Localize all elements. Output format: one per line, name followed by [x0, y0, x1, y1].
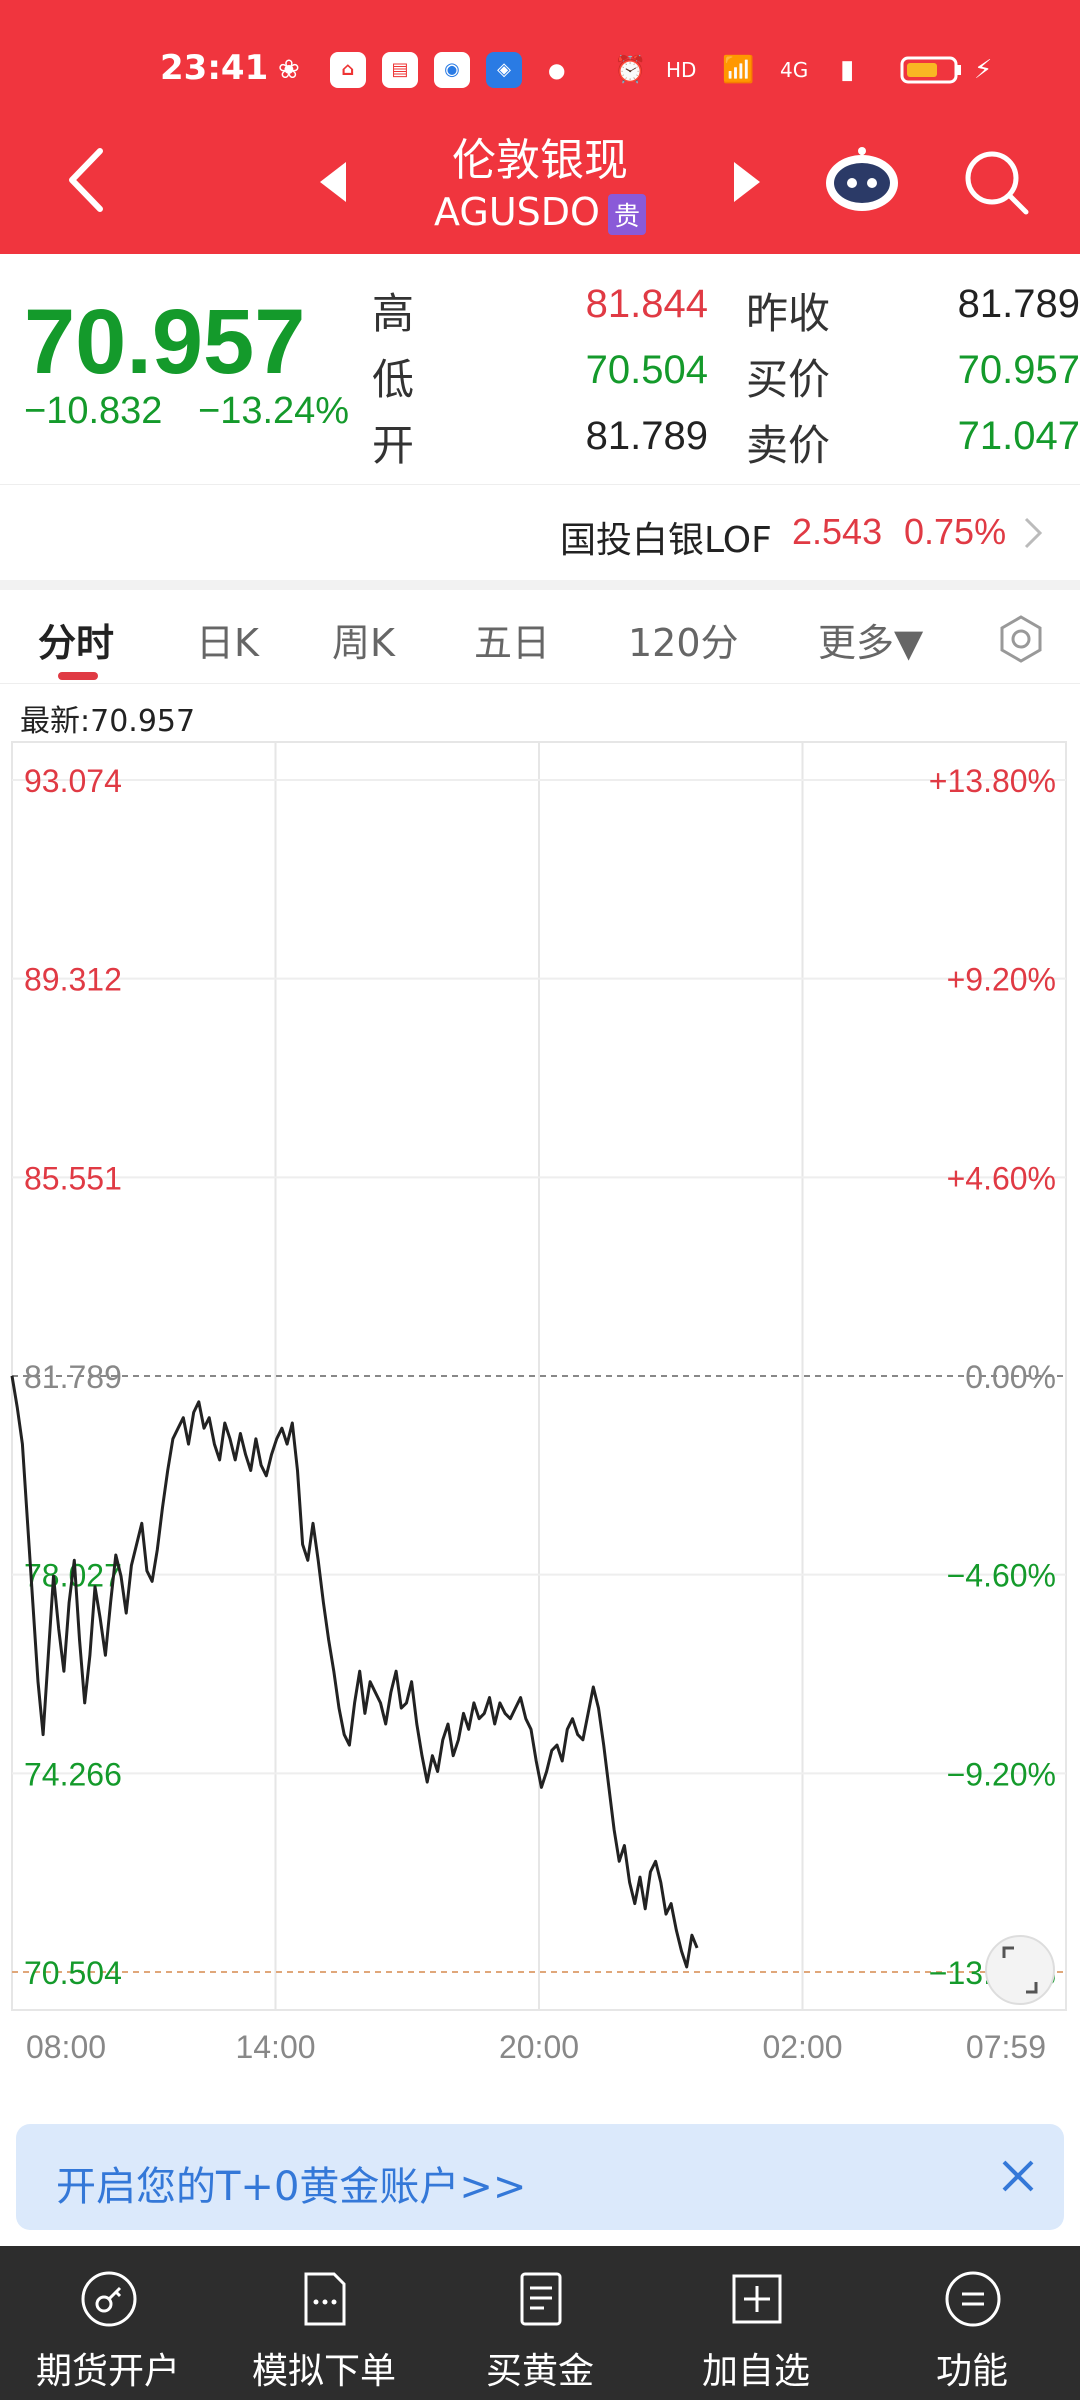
chevron-right-icon: [1024, 517, 1043, 549]
bid-value: 70.957: [957, 348, 1080, 392]
nav-label: 模拟下单: [251, 2351, 396, 2392]
search-app-icon: ◉: [434, 52, 470, 88]
back-arrow-icon[interactable]: [62, 145, 112, 215]
ask-label: 卖价: [746, 421, 831, 470]
low-label: 低: [372, 355, 415, 404]
x-axis-label: 02:00: [762, 2029, 842, 2065]
search-icon[interactable]: [962, 148, 1030, 216]
wifi-icon: 📶: [722, 55, 755, 85]
y-axis-label-right: 0.00%: [965, 1359, 1056, 1395]
y-axis-label-right: −9.20%: [947, 1756, 1056, 1792]
nav-label: 加自选: [701, 2351, 810, 2392]
huawei-icon: ❀: [278, 55, 300, 85]
open-label: 开: [372, 421, 415, 470]
nav-buy-gold[interactable]: 买黄金: [432, 2246, 648, 2400]
nav-label: 功能: [935, 2351, 1008, 2392]
fullscreen-button: [985, 1935, 1055, 2005]
chart-svg: 93.074 +13.80% 89.312 +9.20% 85.551 +4.60% 81.…: [10, 741, 1067, 2065]
robot-assistant-icon[interactable]: [822, 145, 902, 215]
promo-banner[interactable]: 开启您的T+0黄金账户>>: [16, 2124, 1064, 2230]
price-change-percent: −13.24%: [198, 390, 350, 432]
y-axis-label-right: +4.60%: [947, 1160, 1056, 1196]
app-header: 23:41 ❀ ⌂ ▤ ◉ ◈ ● ⏰ HD 📶 4G ▮ ⚡ 伦敦银现 AGU…: [0, 0, 1080, 254]
instrument-title: 伦敦银现: [452, 135, 628, 186]
tab-more[interactable]: 更多▼: [818, 612, 923, 667]
y-axis-label-right: −4.60%: [947, 1558, 1056, 1594]
section-divider: [0, 580, 1080, 590]
alarm-icon: ⏰: [614, 55, 647, 85]
high-value: 81.844: [585, 282, 708, 326]
y-axis-label-left: 85.551: [24, 1160, 122, 1196]
quote-panel: 70.957 −10.832 −13.24% 高 81.844 昨收 81.78…: [0, 254, 1080, 484]
battery-icon: [900, 52, 964, 88]
tab-intraday[interactable]: 分时: [38, 612, 114, 667]
y-axis-label-left: 89.312: [24, 962, 122, 998]
shield-app-icon: ◈: [486, 52, 522, 88]
signal-icon: ▮: [840, 55, 855, 85]
menu-circle-icon: [945, 2271, 1001, 2327]
bid-label: 买价: [746, 355, 831, 404]
chart-period-tabs: 分时 日K 周K 五日 120分 更多▼: [0, 590, 1080, 684]
x-axis-label: 20:00: [499, 2029, 579, 2065]
prev-close-label: 昨收: [746, 289, 831, 338]
ask-value: 71.047: [957, 414, 1080, 458]
hd-icon: HD: [666, 58, 697, 82]
related-fund-value: 2.543: [792, 511, 883, 552]
y-axis-label-left: 93.074: [24, 763, 122, 799]
dot-icon: ●: [548, 58, 566, 82]
x-axis-label: 14:00: [235, 2029, 315, 2065]
instrument-code-row: AGUSDO 贵: [340, 190, 740, 235]
related-fund-name: 国投白银LOF: [560, 520, 772, 561]
news-icon: ▤: [382, 52, 418, 88]
price-line: [10, 1375, 699, 1969]
list-icon: [520, 2272, 562, 2326]
y-axis-label-right: +13.80%: [929, 763, 1056, 799]
last-price: 70.957: [24, 291, 306, 393]
x-axis-label: 08:00: [26, 2029, 106, 2065]
plus-box-icon: [732, 2274, 782, 2324]
nav-functions[interactable]: 功能: [864, 2246, 1080, 2400]
network-icon: 4G: [780, 58, 809, 82]
high-label: 高: [372, 289, 415, 338]
document-dots-icon: [304, 2272, 346, 2326]
nav-simulated-order[interactable]: 模拟下单: [216, 2246, 432, 2400]
nav-label: 期货开户: [35, 2351, 180, 2392]
tab-120min[interactable]: 120分: [628, 612, 739, 667]
instrument-code: AGUSDO: [434, 190, 600, 234]
active-tab-indicator: [58, 672, 98, 680]
next-triangle-icon[interactable]: [732, 160, 762, 204]
precious-metal-badge: 贵: [607, 194, 646, 235]
x-axis-label: 07:59: [966, 2029, 1046, 2065]
open-value: 81.789: [585, 414, 708, 458]
close-icon[interactable]: [996, 2154, 1040, 2198]
y-axis-label-left: 74.266: [24, 1756, 122, 1792]
nav-futures-account[interactable]: 期货开户: [0, 2246, 216, 2400]
bottom-nav: 期货开户 模拟下单 买黄金 加自选 功能: [0, 2246, 1080, 2400]
tab-weekly-k[interactable]: 周K: [332, 612, 395, 667]
y-axis-label-left: 81.789: [24, 1359, 122, 1395]
price-change: −10.832: [24, 390, 163, 432]
tab-daily-k[interactable]: 日K: [196, 612, 259, 667]
charging-icon: ⚡: [974, 55, 993, 85]
chart-settings-icon[interactable]: [996, 614, 1046, 664]
intraday-chart[interactable]: 93.074 +13.80% 89.312 +9.20% 85.551 +4.60% 81.…: [0, 730, 1080, 2070]
low-value: 70.504: [585, 348, 708, 392]
y-axis-label-left: 70.504: [24, 1955, 122, 1991]
related-fund-percent: 0.75%: [904, 511, 1007, 552]
status-bar: 23:41 ❀ ⌂ ▤ ◉ ◈ ● ⏰ HD 📶 4G ▮ ⚡: [0, 42, 1080, 102]
key-icon: [81, 2271, 137, 2327]
tab-five-day[interactable]: 五日: [474, 612, 550, 667]
related-fund-row[interactable]: 国投白银LOF 2.543 0.75%: [0, 484, 1080, 580]
app-icon: ⌂: [330, 52, 366, 88]
promo-banner-text[interactable]: 开启您的T+0黄金账户>>: [56, 2154, 526, 2212]
prev-close-value: 81.789: [957, 282, 1080, 326]
nav-add-watchlist[interactable]: 加自选: [648, 2246, 864, 2400]
status-time: 23:41: [160, 48, 269, 88]
nav-label: 买黄金: [485, 2351, 594, 2392]
y-axis-label-right: +9.20%: [947, 962, 1056, 998]
